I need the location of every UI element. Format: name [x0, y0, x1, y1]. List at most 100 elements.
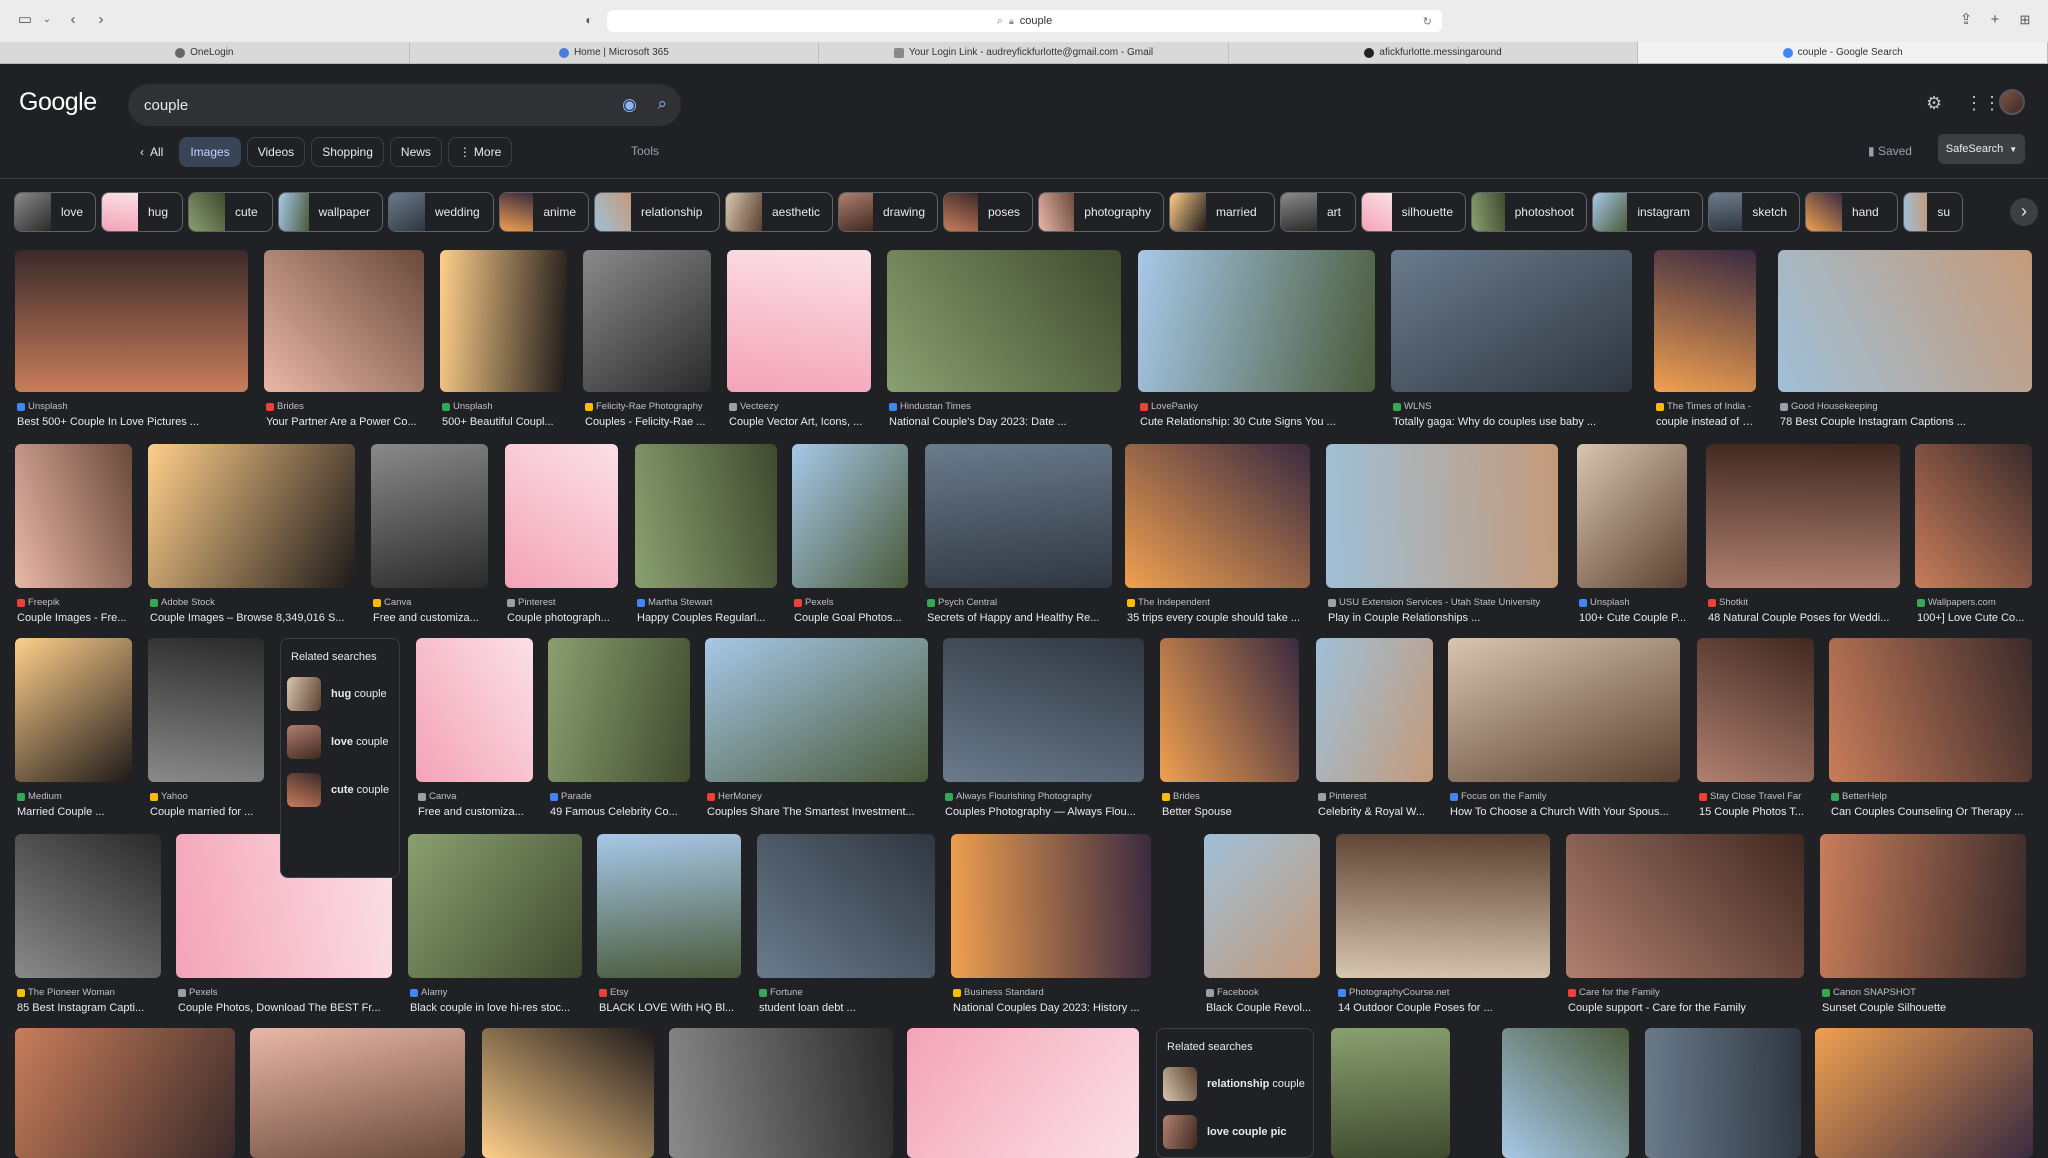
- result-title[interactable]: 500+ Beautiful Coupl...: [442, 416, 567, 428]
- image-result[interactable]: Etsy BLACK LOVE With HQ Bl...: [597, 834, 741, 1018]
- result-title[interactable]: 35 trips every couple should take ...: [1127, 612, 1310, 624]
- chevron-down-icon[interactable]: ⌄: [38, 11, 56, 29]
- result-thumbnail[interactable]: [1654, 250, 1756, 392]
- result-thumbnail[interactable]: [548, 638, 690, 782]
- result-thumbnail[interactable]: [15, 638, 132, 782]
- result-title[interactable]: Cute Relationship: 30 Cute Signs You ...: [1140, 416, 1375, 428]
- image-result[interactable]: Fortune student loan debt ...: [757, 834, 935, 1018]
- image-result[interactable]: [1645, 1028, 1801, 1158]
- apps-grid-icon[interactable]: ⋮⋮: [1965, 93, 2001, 114]
- result-title[interactable]: Sunset Couple Silhouette: [1822, 1002, 2026, 1014]
- image-result[interactable]: Alamy Black couple in love hi-res stoc...: [408, 834, 582, 1018]
- result-title[interactable]: student loan debt ...: [759, 1002, 935, 1014]
- tab-onelogin[interactable]: OneLogin: [0, 42, 410, 63]
- image-result[interactable]: The Pioneer Woman 85 Best Instagram Capti…: [15, 834, 161, 1018]
- chip-sketch[interactable]: sketch: [1708, 192, 1800, 232]
- chip-photoshoot[interactable]: photoshoot: [1471, 192, 1587, 232]
- share-icon[interactable]: ⇪: [1957, 11, 1975, 29]
- image-result[interactable]: Always Flourishing Photography Couples Ph…: [943, 638, 1144, 822]
- result-thumbnail[interactable]: [597, 834, 741, 978]
- tab-overview-icon[interactable]: ⊞: [2016, 11, 2034, 29]
- result-thumbnail[interactable]: [1915, 444, 2032, 588]
- chip-silhouette[interactable]: silhouette: [1361, 192, 1466, 232]
- result-title[interactable]: Couple photograph...: [507, 612, 618, 624]
- image-result[interactable]: Yahoo Couple married for ...: [148, 638, 264, 822]
- related-search-item[interactable]: love couple: [287, 723, 395, 761]
- image-result[interactable]: Hindustan Times National Couple's Day 202…: [887, 250, 1121, 432]
- result-title[interactable]: Couple Images – Browse 8,349,016 S...: [150, 612, 355, 624]
- image-result[interactable]: [907, 1028, 1139, 1158]
- result-thumbnail[interactable]: [440, 250, 567, 392]
- image-result[interactable]: Pinterest Couple photograph...: [505, 444, 618, 628]
- image-result[interactable]: Shotkit 48 Natural Couple Poses for Weddi…: [1706, 444, 1900, 628]
- result-title[interactable]: 100+ Cute Couple P...: [1579, 612, 1687, 624]
- image-result[interactable]: Unsplash 500+ Beautiful Coupl...: [440, 250, 567, 432]
- result-thumbnail[interactable]: [15, 444, 132, 588]
- result-thumbnail[interactable]: [1204, 834, 1320, 978]
- image-result[interactable]: LovePanky Cute Relationship: 30 Cute Sign…: [1138, 250, 1375, 432]
- result-thumbnail[interactable]: [1326, 444, 1558, 588]
- tab-images[interactable]: Images: [179, 137, 241, 167]
- result-title[interactable]: couple instead of bi...: [1656, 416, 1756, 428]
- image-result[interactable]: Brides Better Spouse: [1160, 638, 1299, 822]
- result-thumbnail[interactable]: [1820, 834, 2026, 978]
- tab-more[interactable]: ⋮ More: [447, 137, 513, 167]
- tab-messingaround[interactable]: afickfurlotte.messingaround: [1229, 42, 1639, 63]
- result-title[interactable]: Celebrity & Royal W...: [1318, 806, 1433, 818]
- result-thumbnail[interactable]: [1336, 834, 1550, 978]
- result-title[interactable]: National Couple's Day 2023: Date ...: [889, 416, 1121, 428]
- image-result[interactable]: Medium Married Couple ...: [15, 638, 132, 822]
- result-title[interactable]: Can Couples Counseling Or Therapy ...: [1831, 806, 2032, 818]
- image-result[interactable]: WLNS Totally gaga: Why do couples use bab…: [1391, 250, 1632, 432]
- chip-su[interactable]: su: [1903, 192, 1963, 232]
- chip-photography[interactable]: photography: [1038, 192, 1164, 232]
- result-thumbnail[interactable]: [1577, 444, 1687, 588]
- tab-gmail[interactable]: Your Login Link - audreyfickfurlotte@gma…: [819, 42, 1229, 63]
- image-result[interactable]: The Times of India - couple instead of bi…: [1654, 250, 1756, 432]
- chip-art[interactable]: art: [1280, 192, 1356, 232]
- result-title[interactable]: BLACK LOVE With HQ Bl...: [599, 1002, 741, 1014]
- image-result[interactable]: BetterHelp Can Couples Counseling Or Ther…: [1829, 638, 2032, 822]
- image-result[interactable]: Parade 49 Famous Celebrity Co...: [548, 638, 690, 822]
- result-thumbnail[interactable]: [1160, 638, 1299, 782]
- image-result[interactable]: Psych Central Secrets of Happy and Health…: [925, 444, 1112, 628]
- result-title[interactable]: Couples Photography — Always Flou...: [945, 806, 1144, 818]
- image-result[interactable]: Canva Free and customiza...: [371, 444, 488, 628]
- image-result[interactable]: Stay Close Travel Far 15 Couple Photos T.…: [1697, 638, 1814, 822]
- image-result[interactable]: Good Housekeeping 78 Best Couple Instagra…: [1778, 250, 2032, 432]
- image-result[interactable]: [1502, 1028, 1629, 1158]
- safesearch-dropdown[interactable]: SafeSearch ▼: [1938, 134, 2025, 164]
- result-thumbnail[interactable]: [371, 444, 488, 588]
- chip-aesthetic[interactable]: aesthetic: [725, 192, 833, 232]
- result-thumbnail[interactable]: [887, 250, 1121, 392]
- chip-hand[interactable]: hand: [1805, 192, 1898, 232]
- image-result[interactable]: Wallpapers.com 100+] Love Cute Co...: [1915, 444, 2032, 628]
- result-thumbnail[interactable]: [1316, 638, 1433, 782]
- result-title[interactable]: Couple Photos, Download The BEST Fr...: [178, 1002, 392, 1014]
- result-thumbnail[interactable]: [635, 444, 777, 588]
- image-result[interactable]: Felicity-Rae Photography Couples - Felici…: [583, 250, 711, 432]
- tab-videos[interactable]: Videos: [246, 137, 306, 167]
- chip-relationship[interactable]: relationship: [594, 192, 720, 232]
- chip-anime[interactable]: anime: [499, 192, 589, 232]
- image-result[interactable]: Care for the Family Couple support - Care…: [1566, 834, 1804, 1018]
- image-result[interactable]: [250, 1028, 465, 1158]
- result-thumbnail[interactable]: [416, 638, 533, 782]
- new-tab-icon[interactable]: +: [1986, 11, 2004, 29]
- result-thumbnail[interactable]: [925, 444, 1112, 588]
- result-thumbnail[interactable]: [1829, 638, 2032, 782]
- image-result[interactable]: Facebook Black Couple Revol...: [1204, 834, 1320, 1018]
- result-title[interactable]: Free and customiza...: [373, 612, 488, 624]
- result-thumbnail[interactable]: [727, 250, 871, 392]
- image-result[interactable]: Pinterest Celebrity & Royal W...: [1316, 638, 1433, 822]
- result-title[interactable]: 15 Couple Photos T...: [1699, 806, 1814, 818]
- result-thumbnail[interactable]: [1566, 834, 1804, 978]
- result-title[interactable]: Play in Couple Relationships ...: [1328, 612, 1558, 624]
- tab-all[interactable]: ‹ All: [130, 137, 173, 167]
- image-result[interactable]: Canva Free and customiza...: [416, 638, 533, 822]
- result-title[interactable]: National Couples Day 2023: History ...: [953, 1002, 1151, 1014]
- chip-drawing[interactable]: drawing: [838, 192, 938, 232]
- chip-wallpaper[interactable]: wallpaper: [278, 192, 383, 232]
- result-title[interactable]: Couple Images - Fre...: [17, 612, 132, 624]
- result-thumbnail[interactable]: [15, 250, 248, 392]
